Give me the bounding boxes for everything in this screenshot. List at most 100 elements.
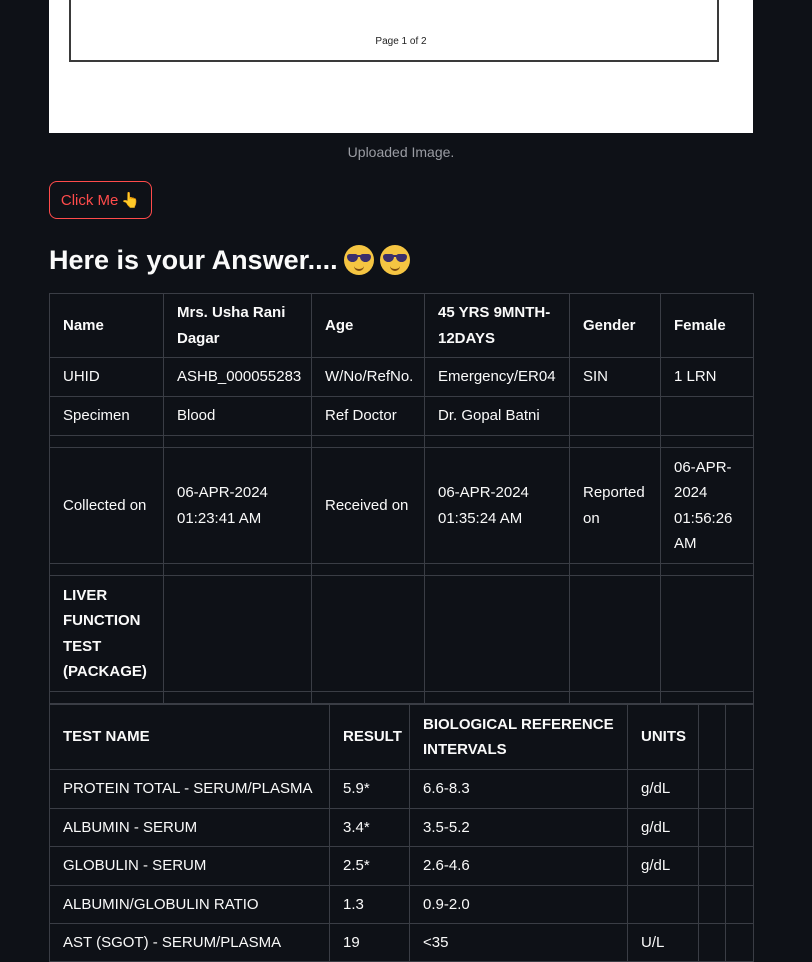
- table-cell: [725, 808, 754, 847]
- uploaded-document-image: Page 1 of 2: [49, 0, 753, 133]
- table-cell: 6.6-8.3: [409, 769, 628, 809]
- table-cell: [424, 691, 570, 704]
- sunglasses-face-icon: [379, 245, 410, 275]
- table-cell: GLOBULIN - SERUM: [49, 846, 330, 886]
- table-cell: Ref Doctor: [311, 396, 425, 436]
- table-cell: Gender: [569, 293, 661, 358]
- table-header-row: TEST NAME RESULT BIOLOGICAL REFERENCE IN…: [49, 704, 754, 770]
- table-row: [49, 691, 754, 704]
- column-header: TEST NAME: [49, 704, 330, 770]
- table-cell: [660, 435, 754, 448]
- table-cell: [660, 691, 754, 704]
- table-cell: g/dL: [627, 846, 699, 886]
- table-cell: [49, 563, 164, 576]
- table-cell: SIN: [569, 357, 661, 397]
- table-row: ALBUMIN/GLOBULIN RATIO 1.3 0.9-2.0: [49, 885, 754, 924]
- table-cell: Age: [311, 293, 425, 358]
- table-cell: [569, 563, 661, 576]
- table-cell: UHID: [49, 357, 164, 397]
- table-cell: 45 YRS 9MNTH-12DAYS: [424, 293, 570, 358]
- table-cell: [163, 691, 312, 704]
- table-cell: Emergency/ER04: [424, 357, 570, 397]
- sunglasses-face-icon: [343, 245, 374, 275]
- column-header: UNITS: [627, 704, 699, 770]
- table-cell: Received on: [311, 447, 425, 564]
- click-me-button[interactable]: Click Me 👆: [49, 181, 152, 219]
- table-cell: [725, 846, 754, 886]
- table-cell: 1.3: [329, 885, 410, 924]
- table-cell: Mrs. Usha Rani Dagar: [163, 293, 312, 358]
- table-cell: [569, 435, 661, 448]
- table-cell: 3.4*: [329, 808, 410, 847]
- table-cell: ALBUMIN/GLOBULIN RATIO: [49, 885, 330, 924]
- table-row: ALBUMIN - SERUM 3.4* 3.5-5.2 g/dL: [49, 808, 754, 847]
- answer-heading: Here is your Answer....: [49, 240, 410, 280]
- table-cell: [698, 846, 726, 886]
- table-row: LIVER FUNCTION TEST (PACKAGE): [49, 575, 754, 692]
- table-cell: [311, 575, 425, 692]
- answer-heading-text: Here is your Answer....: [49, 245, 338, 275]
- column-header: BIOLOGICAL REFERENCE INTERVALS: [409, 704, 628, 770]
- table-cell: [49, 435, 164, 448]
- table-cell: Reported on: [569, 447, 661, 564]
- table-row: UHID ASHB_000055283 W/No/RefNo. Emergenc…: [49, 357, 754, 397]
- table-cell: 5.9*: [329, 769, 410, 809]
- table-cell: Name: [49, 293, 164, 358]
- table-cell: Blood: [163, 396, 312, 436]
- table-row: Specimen Blood Ref Doctor Dr. Gopal Batn…: [49, 396, 754, 436]
- table-cell: [163, 435, 312, 448]
- table-cell: [660, 396, 754, 436]
- table-cell: [569, 575, 661, 692]
- table-cell: [424, 563, 570, 576]
- table-cell: [311, 691, 425, 704]
- table-cell: [424, 575, 570, 692]
- table-row: Collected on 06-APR-2024 01:23:41 AM Rec…: [49, 447, 754, 564]
- column-header: [725, 704, 754, 770]
- click-me-label: Click Me: [60, 191, 119, 209]
- table-cell: W/No/RefNo.: [311, 357, 425, 397]
- table-cell: PROTEIN TOTAL - SERUM/PLASMA: [49, 769, 330, 809]
- table-cell: [163, 563, 312, 576]
- image-caption: Uploaded Image.: [347, 144, 455, 160]
- table-cell: 06-APR-2024 01:56:26 AM: [660, 447, 754, 564]
- document-page-frame: [69, 0, 719, 62]
- table-cell: ASHB_000055283: [163, 357, 312, 397]
- table-row: [49, 435, 754, 448]
- table-cell: 2.6-4.6: [409, 846, 628, 886]
- table-row: Name Mrs. Usha Rani Dagar Age 45 YRS 9MN…: [49, 293, 754, 358]
- table-cell: 3.5-5.2: [409, 808, 628, 847]
- table-cell: 06-APR-2024 01:23:41 AM: [163, 447, 312, 564]
- table-row: GLOBULIN - SERUM 2.5* 2.6-4.6 g/dL: [49, 846, 754, 886]
- table-cell: Collected on: [49, 447, 164, 564]
- patient-info-table: Name Mrs. Usha Rani Dagar Age 45 YRS 9MN…: [49, 293, 754, 704]
- table-cell: Dr. Gopal Batni: [424, 396, 570, 436]
- table-cell: Female: [660, 293, 754, 358]
- table-cell: [49, 691, 164, 704]
- table-cell: g/dL: [627, 808, 699, 847]
- table-cell: [424, 435, 570, 448]
- table-cell: [698, 769, 726, 809]
- table-cell: [311, 563, 425, 576]
- column-header: RESULT: [329, 704, 410, 770]
- table-cell: 2.5*: [329, 846, 410, 886]
- table-cell: g/dL: [627, 769, 699, 809]
- table-cell: [569, 691, 661, 704]
- table-cell: [311, 435, 425, 448]
- table-cell: [698, 808, 726, 847]
- table-cell: [627, 885, 699, 924]
- table-cell: 06-APR-2024 01:35:24 AM: [424, 447, 570, 564]
- table-cell: [660, 563, 754, 576]
- table-cell: [660, 575, 754, 692]
- table-cell: [725, 769, 754, 809]
- pointing-hand-icon: 👆: [121, 192, 141, 209]
- table-cell: 1 LRN: [660, 357, 754, 397]
- column-header: [698, 704, 726, 770]
- table-cell: [569, 396, 661, 436]
- table-cell: LIVER FUNCTION TEST (PACKAGE): [49, 575, 164, 692]
- table-cell: [698, 885, 726, 924]
- table-row: [49, 563, 754, 576]
- table-cell: Specimen: [49, 396, 164, 436]
- table-row: PROTEIN TOTAL - SERUM/PLASMA 5.9* 6.6-8.…: [49, 769, 754, 809]
- table-cell: [163, 575, 312, 692]
- table-cell: ALBUMIN - SERUM: [49, 808, 330, 847]
